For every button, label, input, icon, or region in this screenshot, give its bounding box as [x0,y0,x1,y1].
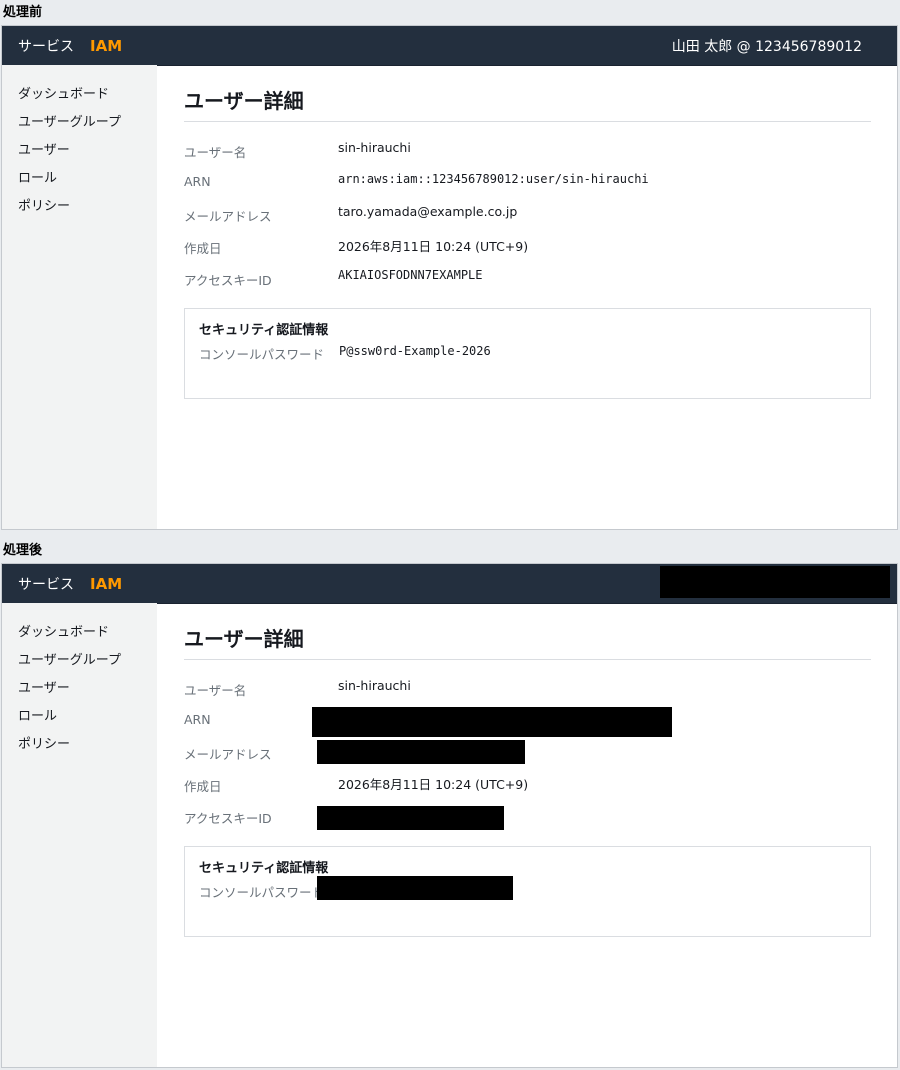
username-label: ユーザー名 [184,145,247,160]
created-label: 作成日 [184,241,222,256]
detail-row-arn: ARN arn:aws:iam::123456789012:user/sin-h… [184,170,871,202]
console-password-value: P@ssw0rd-Example-2026 [339,344,491,358]
access-key-label: アクセスキーID [184,811,272,826]
username-value: sin-hirauchi [338,678,411,693]
security-credentials-panel: セキュリティ認証情報 コンソールパスワード P@ssw0rd-Example-2… [184,308,871,399]
console-password-redaction-box [317,876,513,900]
email-value: taro.yamada@example.co.jp [338,204,518,219]
detail-row-username: ユーザー名 sin-hirauchi [184,676,871,708]
detail-row-created: 作成日 2026年8月11日 10:24 (UTC+9) [184,234,871,266]
sidebar-item-policies[interactable]: ポリシー [2,735,157,763]
arn-label: ARN [184,174,211,189]
before-screenshot: サービス IAM 山田 太郎 @ 123456789012 ダッシュボード ユー… [1,25,898,530]
email-label: メールアドレス [184,747,272,762]
security-credentials-panel: セキュリティ認証情報 コンソールパスワード [184,846,871,937]
top-navigation-bar: サービス IAM 山田 太郎 @ 123456789012 [2,26,897,66]
detail-list: ユーザー名 sin-hirauchi ARN arn:aws:iam::1234… [184,138,871,298]
detail-row-email: メールアドレス [184,740,871,772]
access-key-label: アクセスキーID [184,273,272,288]
services-menu[interactable]: サービス [18,36,74,56]
sidebar-item-users[interactable]: ユーザー [2,141,157,169]
created-value: 2026年8月11日 10:24 (UTC+9) [338,239,529,254]
page-title: ユーザー詳細 [184,85,871,122]
after-screenshot: サービス IAM ダッシュボード ユーザーグループ ユーザー ロール ポリシー … [1,563,898,1068]
sidebar-item-dashboard[interactable]: ダッシュボード [2,85,157,113]
sidebar-item-roles[interactable]: ロール [2,707,157,735]
top-navigation-bar: サービス IAM [2,564,897,604]
page-title: ユーザー詳細 [184,623,871,660]
arn-redaction-box [312,707,672,737]
iam-service-link[interactable]: IAM [90,575,122,593]
sidebar-item-users[interactable]: ユーザー [2,679,157,707]
sidebar-item-policies[interactable]: ポリシー [2,197,157,225]
username-label: ユーザー名 [184,683,247,698]
sidebar: ダッシュボード ユーザーグループ ユーザー ロール ポリシー [2,603,157,1067]
detail-row-created: 作成日 2026年8月11日 10:24 (UTC+9) [184,772,871,804]
access-key-value: AKIAIOSFODNN7EXAMPLE [338,268,483,282]
account-menu[interactable]: 山田 太郎 @ 123456789012 [672,36,862,56]
detail-row-username: ユーザー名 sin-hirauchi [184,138,871,170]
console-password-row: コンソールパスワード [199,876,856,901]
before-section-label: 処理前 [3,5,43,20]
detail-row-arn: ARN [184,707,871,740]
email-label: メールアドレス [184,209,272,224]
after-section-label: 処理後 [3,543,43,558]
email-redaction-box [317,740,525,764]
access-key-redaction-box [317,806,504,830]
services-menu[interactable]: サービス [18,574,74,594]
detail-list: ユーザー名 sin-hirauchi ARN メールアドレス 作成日 2026年… [184,676,871,836]
username-value: sin-hirauchi [338,140,411,155]
console-password-label: コンソールパスワード [199,347,325,362]
main-content: ユーザー詳細 ユーザー名 sin-hirauchi ARN arn:aws:ia… [184,65,871,529]
detail-row-access-key: アクセスキーID AKIAIOSFODNN7EXAMPLE [184,266,871,298]
security-credentials-title: セキュリティ認証情報 [199,323,329,338]
created-value: 2026年8月11日 10:24 (UTC+9) [338,777,529,792]
sidebar-item-user-groups[interactable]: ユーザーグループ [2,113,157,141]
created-label: 作成日 [184,779,222,794]
arn-value: arn:aws:iam::123456789012:user/sin-hirau… [338,172,649,186]
sidebar-item-dashboard[interactable]: ダッシュボード [2,623,157,651]
detail-row-email: メールアドレス taro.yamada@example.co.jp [184,202,871,234]
sidebar: ダッシュボード ユーザーグループ ユーザー ロール ポリシー [2,65,157,529]
console-password-row: コンソールパスワード P@ssw0rd-Example-2026 [199,344,856,363]
sidebar-item-user-groups[interactable]: ユーザーグループ [2,651,157,679]
detail-row-access-key: アクセスキーID [184,804,871,836]
main-content: ユーザー詳細 ユーザー名 sin-hirauchi ARN メールアドレス 作成… [184,603,871,1067]
sidebar-item-roles[interactable]: ロール [2,169,157,197]
security-credentials-title: セキュリティ認証情報 [199,861,329,876]
iam-service-link[interactable]: IAM [90,37,122,55]
account-redaction-box [660,566,890,598]
